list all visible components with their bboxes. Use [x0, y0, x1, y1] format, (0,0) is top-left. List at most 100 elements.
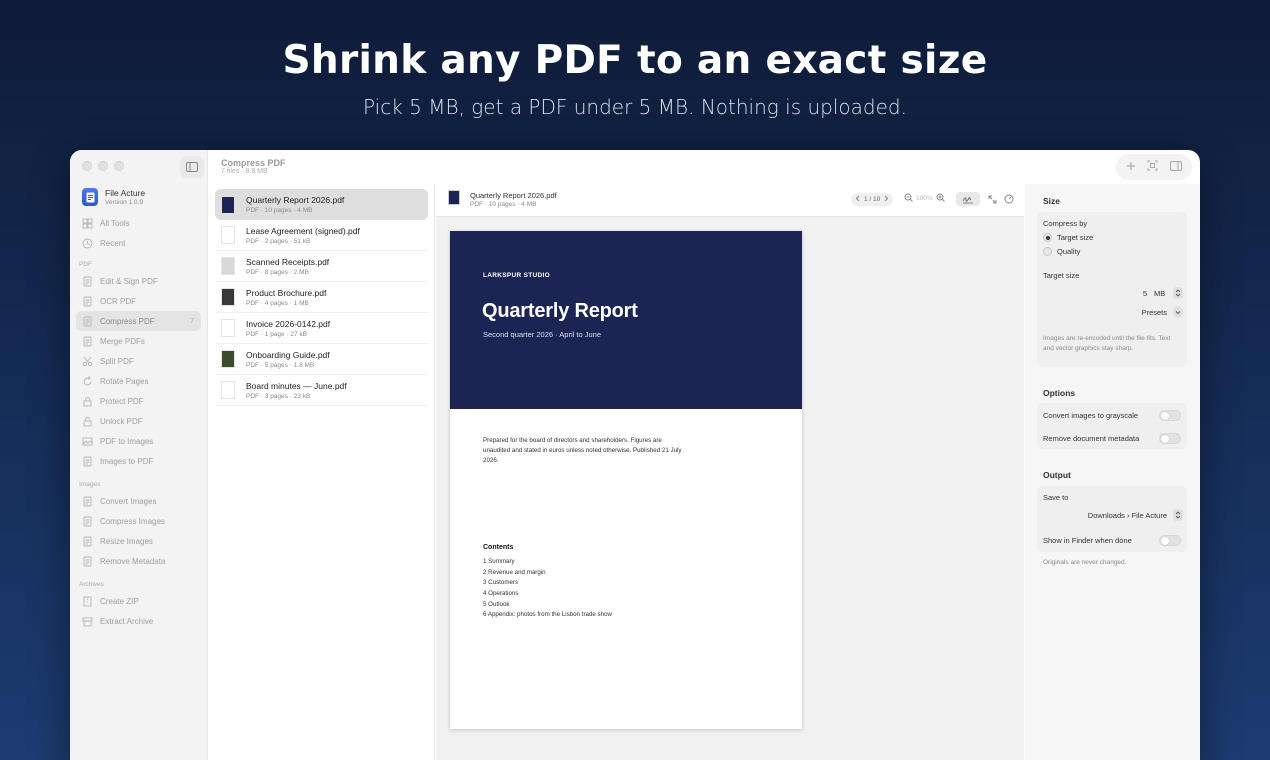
unlock-icon	[83, 416, 92, 426]
minimize-window-button[interactable]	[98, 161, 108, 171]
sidebar-item-label: Recent	[100, 238, 126, 248]
grayscale-toggle[interactable]	[1159, 410, 1181, 421]
previous-page-button[interactable]	[855, 195, 861, 204]
preview-header: Quarterly Report 2026.pdf PDF · 10 pages…	[436, 184, 1024, 217]
document-intro: Prepared for the board of directors and …	[483, 437, 682, 464]
expand-icon	[988, 195, 996, 203]
zoom-window-button[interactable]	[114, 161, 124, 171]
zoom-controls: 100%	[904, 193, 945, 204]
target-size-label: Target size	[1043, 271, 1080, 280]
compress-icon	[83, 316, 92, 326]
compress-icon-wrapper	[82, 316, 93, 327]
presets-dropdown[interactable]	[1173, 306, 1183, 318]
chevron-left-icon	[855, 195, 860, 202]
sidebar-item-label: Split PDF	[100, 356, 134, 366]
sidebar-item-remove-metadata[interactable]: Remove Metadata	[76, 551, 201, 571]
sidebar-item-compress-pdf[interactable]: Compress PDF 7	[76, 311, 201, 331]
unlock-icon-wrapper	[82, 416, 93, 427]
up-down-icon	[1175, 289, 1181, 297]
contents-item: 6 Appendix: photos from the Lisbon trade…	[483, 611, 612, 619]
sidebar-item-create-zip[interactable]: Create ZIP	[76, 591, 201, 611]
document-icon-wrapper	[82, 456, 93, 467]
zoom-in-icon	[936, 193, 945, 202]
contents-heading: Contents	[483, 544, 514, 551]
sidebar-nav: All Tools Recent PDF Edit & Sign PDF OCR PDF…	[76, 213, 201, 631]
radio-dot-quality	[1043, 247, 1052, 256]
radio-quality-label: Quality	[1057, 247, 1081, 256]
save-to-label: Save to	[1043, 493, 1069, 502]
presets-button[interactable]: Presets	[1111, 308, 1167, 317]
radio-target-size[interactable]: Target size	[1043, 233, 1093, 242]
sidebar-item-images-to-pdf[interactable]: Images to PDF	[76, 451, 201, 471]
size-heading: Size	[1043, 196, 1061, 206]
clock-icon	[82, 238, 93, 248]
file-meta: PDF · 1 page · 27 kB	[246, 330, 308, 338]
scan-icon	[1147, 160, 1158, 171]
save-to-select[interactable]: Downloads › File Acture	[1057, 511, 1167, 520]
contents-item: 1 Summary	[483, 558, 515, 565]
convert-icon-wrapper	[82, 496, 93, 507]
metadata-toggle[interactable]	[1159, 433, 1181, 444]
window-title: Compress PDF	[221, 158, 286, 168]
sidebar-item-merge-pdfs[interactable]: Merge PDFs	[76, 331, 201, 351]
resize-icon	[83, 536, 92, 546]
add-files-button[interactable]	[1126, 158, 1136, 176]
image-icon	[82, 437, 93, 445]
sidebar-item-ocr-pdf[interactable]: OCR PDF	[76, 291, 201, 311]
app-window: File Acture Version 1.0.9 All Tools Recen…	[70, 150, 1200, 760]
finder-toggle[interactable]	[1159, 535, 1181, 546]
file-row[interactable]: Quarterly Report 2026.pdf PDF · 10 pages …	[215, 189, 428, 220]
sidebar-item-rotate-pages[interactable]: Rotate Pages	[76, 371, 201, 391]
sidebar-item-label: Compress PDF	[100, 316, 155, 326]
file-row[interactable]: Product Brochure.pdf PDF · 4 pages · 1 MB	[215, 282, 428, 313]
sidebar-item-edit-sign-pdf[interactable]: Edit & Sign PDF	[76, 271, 201, 291]
clock-icon-wrapper	[82, 238, 93, 249]
file-thumbnail	[221, 381, 235, 399]
next-page-button[interactable]	[883, 195, 889, 204]
sidebar-item-label: Edit & Sign PDF	[100, 276, 158, 286]
sidebar-item-protect-pdf[interactable]: Protect PDF	[76, 391, 201, 411]
sidebar-item-unlock-pdf[interactable]: Unlock PDF	[76, 411, 201, 431]
sidebar-item-all-tools[interactable]: All Tools	[76, 213, 201, 233]
sidebar-item-pdf-to-images[interactable]: PDF to Images	[76, 431, 201, 451]
inspector: Size Compress by Target size Quality Tar…	[1025, 184, 1200, 760]
radio-quality[interactable]: Quality	[1043, 247, 1080, 256]
eraser-icon-wrapper	[82, 556, 93, 567]
file-meta: PDF · 2 pages · 51 kB	[246, 237, 311, 245]
zoom-out-button[interactable]	[904, 193, 913, 204]
sidebar-item-recent[interactable]: Recent	[76, 233, 201, 253]
sidebar-item-split-pdf[interactable]: Split PDF	[76, 351, 201, 371]
file-list: Quarterly Report 2026.pdf PDF · 10 pages …	[209, 184, 435, 760]
sidebar-section-archives: Archives	[79, 581, 104, 588]
info-button[interactable]	[1003, 192, 1015, 206]
file-row[interactable]: Lease Agreement (signed).pdf PDF · 2 page…	[215, 220, 428, 251]
target-size-input[interactable]: 5	[1117, 289, 1147, 298]
file-row[interactable]: Onboarding Guide.pdf PDF · 5 pages · 1.8 …	[215, 344, 428, 375]
toggle-inspector-button[interactable]	[1170, 158, 1183, 176]
sidebar-item-extract-archive[interactable]: Extract Archive	[76, 611, 201, 631]
fullscreen-button[interactable]	[986, 192, 998, 206]
page-navigator: 1 / 10	[851, 193, 894, 206]
file-thumbnail	[221, 257, 235, 275]
sidebar-item-label: Create ZIP	[100, 596, 139, 606]
toggle-sidebar-button[interactable]	[180, 156, 204, 178]
sidebar-item-label: Rotate Pages	[100, 376, 149, 386]
save-to-stepper[interactable]	[1173, 509, 1183, 521]
target-unit[interactable]: MB	[1154, 289, 1165, 298]
zoom-in-button[interactable]	[936, 193, 945, 204]
sidebar-item-convert-images[interactable]: Convert Images	[76, 491, 201, 511]
file-row[interactable]: Board minutes — June.pdf PDF · 3 pages · …	[215, 375, 428, 406]
file-row[interactable]: Invoice 2026-0142.pdf PDF · 1 page · 27 k…	[215, 313, 428, 344]
close-window-button[interactable]	[82, 161, 92, 171]
sign-button[interactable]	[956, 192, 980, 206]
scan-button[interactable]	[1147, 158, 1158, 176]
file-info: Invoice 2026-0142.pdf PDF · 1 page · 27 k…	[246, 319, 330, 338]
size-card: Compress by Target size Quality Target s…	[1037, 212, 1187, 367]
radio-dot-target	[1043, 233, 1052, 242]
file-meta: PDF · 5 pages · 1.8 MB	[246, 361, 315, 369]
unit-stepper[interactable]	[1173, 287, 1183, 299]
sidebar-item-resize-images[interactable]: Resize Images	[76, 531, 201, 551]
file-row[interactable]: Scanned Receipts.pdf PDF · 8 pages · 2 MB	[215, 251, 428, 282]
sidebar-item-compress-images[interactable]: Compress Images	[76, 511, 201, 531]
zoom-out-icon	[904, 193, 913, 202]
